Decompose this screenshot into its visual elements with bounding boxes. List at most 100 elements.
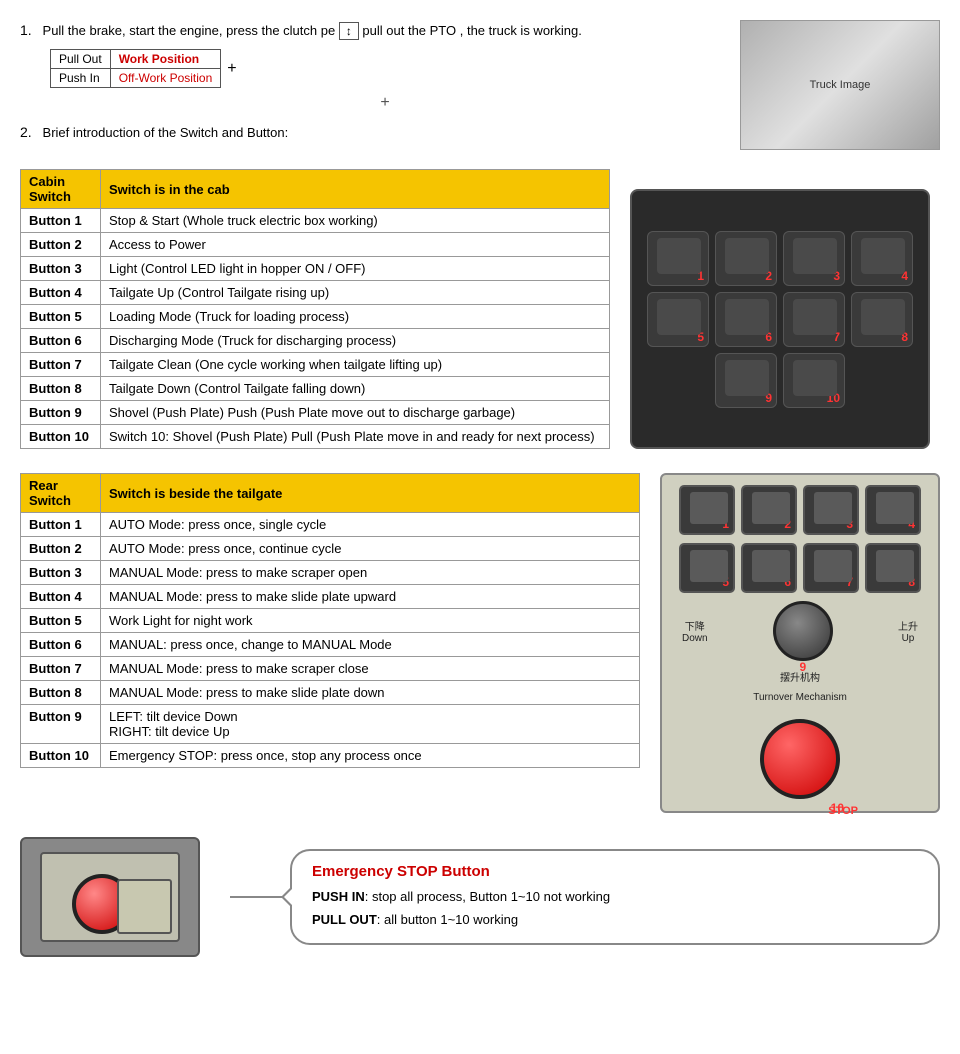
- rear-row-btn-4: Button 4: [21, 585, 101, 609]
- rear-btn-7[interactable]: 7: [803, 543, 859, 593]
- pto-pushin-label: Push In: [51, 69, 111, 88]
- rear-emergency-btn[interactable]: [760, 719, 840, 799]
- rear-section: Rear Switch Switch is beside the tailgat…: [20, 473, 940, 813]
- estop-pushin-text: : stop all process, Button 1~10 not work…: [365, 889, 610, 904]
- estop-pullout-label: PULL OUT: [312, 912, 377, 927]
- cabin-header-col2: Switch is in the cab: [101, 170, 610, 209]
- rear-row-desc-6: MANUAL: press once, change to MANUAL Mod…: [101, 633, 640, 657]
- rear-row-desc-4: MANUAL Mode: press to make slide plate u…: [101, 585, 640, 609]
- knob-area: 下降Down 上升Up: [672, 601, 928, 661]
- intro-section: 1. Pull the brake, start the engine, pre…: [20, 20, 940, 151]
- rear-btn-2[interactable]: 2: [741, 485, 797, 535]
- rear-row-desc-9: LEFT: tilt device Down RIGHT: tilt devic…: [101, 705, 640, 744]
- rear-switch-table: Rear Switch Switch is beside the tailgat…: [20, 473, 640, 768]
- rear-btn-row-2: 5 6 7 8: [679, 543, 921, 593]
- rear-btn-4[interactable]: 4: [865, 485, 921, 535]
- estop-pullout-text: : all button 1~10 working: [377, 912, 518, 927]
- rear-panel-image: 1 2 3 4 5 6 7 8 下降Down 上升Up 摆升机构 Turno: [660, 473, 940, 813]
- cabin-table-wrap: Cabin Switch Switch is in the cab Button…: [20, 169, 610, 449]
- cabin-row-btn-4: Button 4: [21, 281, 101, 305]
- cabin-row-btn-2: Button 2: [21, 233, 101, 257]
- cabin-section: Cabin Switch Switch is in the cab Button…: [20, 169, 940, 449]
- cabin-row-btn-7: Button 7: [21, 353, 101, 377]
- turnover-label-en: Turnover Mechanism: [753, 692, 847, 703]
- cabin-panel-btn-5[interactable]: 5: [647, 292, 709, 347]
- cabin-header-col1: Cabin Switch: [21, 170, 101, 209]
- cabin-panel-btn-2[interactable]: 2: [715, 231, 777, 286]
- cabin-row-desc-4: Tailgate Up (Control Tailgate rising up): [101, 281, 610, 305]
- cabin-row-btn-5: Button 5: [21, 305, 101, 329]
- rear-row-desc-3: MANUAL Mode: press to make scraper open: [101, 561, 640, 585]
- cabin-row-desc-5: Loading Mode (Truck for loading process): [101, 305, 610, 329]
- rear-header-col2: Switch is beside the tailgate: [101, 474, 640, 513]
- rear-header-col1: Rear Switch: [21, 474, 101, 513]
- rear-btn-6[interactable]: 6: [741, 543, 797, 593]
- estop-box: [117, 879, 172, 934]
- estop-pushin-label: PUSH IN: [312, 889, 365, 904]
- rear-panel-wrap: 1 2 3 4 5 6 7 8 下降Down 上升Up 摆升机构 Turno: [660, 473, 940, 813]
- rear-row-desc-2: AUTO Mode: press once, continue cycle: [101, 537, 640, 561]
- rear-row-btn-7: Button 7: [21, 657, 101, 681]
- pto-pullout-label: Pull Out: [51, 50, 111, 69]
- cabin-panel-btn-6[interactable]: 6: [715, 292, 777, 347]
- cabin-row-desc-9: Shovel (Push Plate) Push (Push Plate mov…: [101, 401, 610, 425]
- rear-btn-8[interactable]: 8: [865, 543, 921, 593]
- cabin-panel-btn-9[interactable]: 9: [715, 353, 777, 408]
- cabin-row-desc-3: Light (Control LED light in hopper ON / …: [101, 257, 610, 281]
- rear-row-btn-2: Button 2: [21, 537, 101, 561]
- estop-title: Emergency STOP Button: [312, 863, 918, 880]
- knob-up-label: 上升Up: [898, 618, 918, 644]
- emergency-section: Emergency STOP Button PUSH IN: stop all …: [20, 837, 940, 957]
- rear-btn-3[interactable]: 3: [803, 485, 859, 535]
- cabin-panel-wrap: 1 2 3 4 5 6 7 8 9 10: [630, 169, 940, 449]
- rear-row-btn-5: Button 5: [21, 609, 101, 633]
- pto-work-label: Work Position: [110, 50, 221, 69]
- rear-btn-row-1: 1 2 3 4: [679, 485, 921, 535]
- cabin-panel-btn-8[interactable]: 8: [851, 292, 913, 347]
- cabin-panel-btn-3[interactable]: 3: [783, 231, 845, 286]
- cabin-panel-image: 1 2 3 4 5 6 7 8 9 10: [630, 189, 930, 449]
- rear-row-desc-8: MANUAL Mode: press to make slide plate d…: [101, 681, 640, 705]
- rear-row-desc-10: Emergency STOP: press once, stop any pro…: [101, 744, 640, 768]
- estop-image: [20, 837, 200, 957]
- rear-row-desc-1: AUTO Mode: press once, single cycle: [101, 513, 640, 537]
- rear-btn-1[interactable]: 1: [679, 485, 735, 535]
- cabin-row-desc-8: Tailgate Down (Control Tailgate falling …: [101, 377, 610, 401]
- cabin-panel-btn-1[interactable]: 1: [647, 231, 709, 286]
- cabin-panel-btn-4[interactable]: 4: [851, 231, 913, 286]
- knob-down-label: 下降Down: [682, 618, 708, 644]
- estop-callout-wrap: Emergency STOP Button PUSH IN: stop all …: [230, 849, 940, 944]
- rear-row-desc-7: MANUAL Mode: press to make scraper close: [101, 657, 640, 681]
- cabin-row-desc-6: Discharging Mode (Truck for discharging …: [101, 329, 610, 353]
- truck-image: Truck Image: [740, 20, 940, 150]
- estop-line2: PULL OUT: all button 1~10 working: [312, 909, 918, 931]
- cabin-row-btn-6: Button 6: [21, 329, 101, 353]
- rear-row-btn-1: Button 1: [21, 513, 101, 537]
- cabin-row-btn-10: Button 10: [21, 425, 101, 449]
- step2-text: 2. Brief introduction of the Switch and …: [20, 122, 720, 143]
- cabin-panel-btn-7[interactable]: 7: [783, 292, 845, 347]
- cabin-row-btn-3: Button 3: [21, 257, 101, 281]
- step1-text: 1. Pull the brake, start the engine, pre…: [20, 20, 720, 41]
- rear-btn-5[interactable]: 5: [679, 543, 735, 593]
- rear-row-btn-6: Button 6: [21, 633, 101, 657]
- rear-row-btn-10: Button 10: [21, 744, 101, 768]
- cabin-row-desc-10: Switch 10: Shovel (Push Plate) Pull (Pus…: [101, 425, 610, 449]
- cabin-row-desc-2: Access to Power: [101, 233, 610, 257]
- cabin-row-btn-1: Button 1: [21, 209, 101, 233]
- rear-stop-label: STOP: [828, 805, 858, 817]
- rear-row-btn-3: Button 3: [21, 561, 101, 585]
- cabin-row-btn-9: Button 9: [21, 401, 101, 425]
- intro-text: 1. Pull the brake, start the engine, pre…: [20, 20, 720, 151]
- cabin-row-desc-7: Tailgate Clean (One cycle working when t…: [101, 353, 610, 377]
- cabin-row-btn-8: Button 8: [21, 377, 101, 401]
- rear-knob[interactable]: [773, 601, 833, 661]
- pto-offwork-label: Off-Work Position: [110, 69, 221, 88]
- rear-row-desc-5: Work Light for night work: [101, 609, 640, 633]
- estop-line1: PUSH IN: stop all process, Button 1~10 n…: [312, 886, 918, 908]
- cabin-row-desc-1: Stop & Start (Whole truck electric box w…: [101, 209, 610, 233]
- estop-callout: Emergency STOP Button PUSH IN: stop all …: [290, 849, 940, 944]
- rear-table-wrap: Rear Switch Switch is beside the tailgat…: [20, 473, 640, 768]
- cabin-panel-btn-10[interactable]: 10: [783, 353, 845, 408]
- step1-number: 1.: [20, 22, 32, 38]
